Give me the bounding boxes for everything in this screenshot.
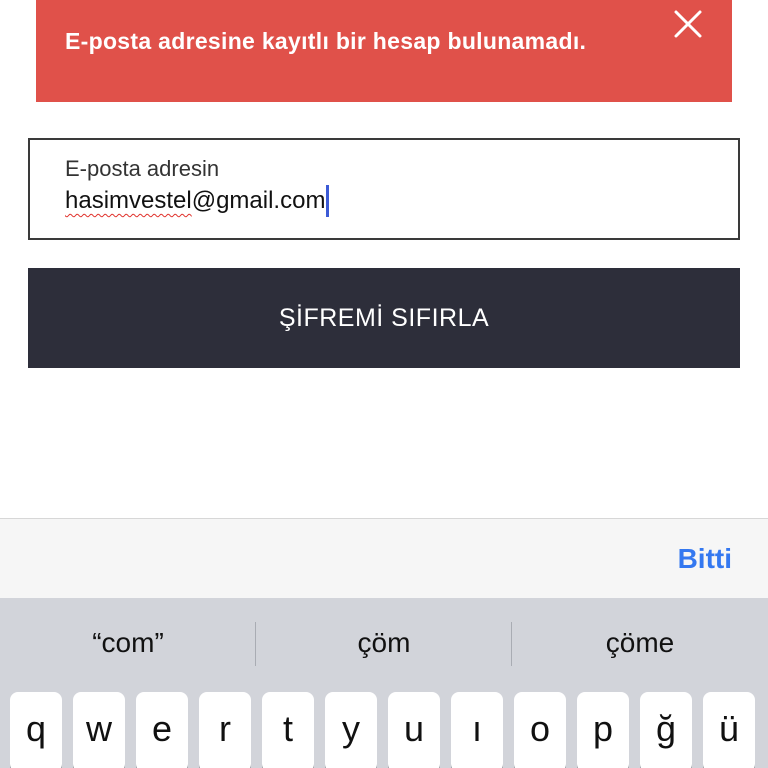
done-button[interactable]: Bitti <box>678 543 732 575</box>
error-message: E-posta adresine kayıtlı bir hesap bulun… <box>65 28 587 54</box>
keyboard-row-top: q w e r t y u ı o p ğ ü <box>0 692 768 768</box>
suggestion-item[interactable]: çöm <box>256 598 512 688</box>
key-dotless-i[interactable]: ı <box>451 692 503 768</box>
email-field-label: E-posta adresin <box>65 156 220 181</box>
close-banner-button[interactable] <box>668 4 708 44</box>
email-field[interactable]: E-posta adresin hasimvestel @gmail.com <box>28 138 740 240</box>
key-u-umlaut[interactable]: ü <box>703 692 755 768</box>
reset-password-button[interactable]: ŞİFREMİ SIFIRLA <box>28 268 740 368</box>
suggestion-item[interactable]: çöme <box>512 598 768 688</box>
key-r[interactable]: r <box>199 692 251 768</box>
key-w[interactable]: w <box>73 692 125 768</box>
error-banner: E-posta adresine kayıtlı bir hesap bulun… <box>36 0 732 102</box>
key-q[interactable]: q <box>10 692 62 768</box>
email-value-domain: @gmail.com <box>191 187 326 214</box>
suggestion-item[interactable]: “com” <box>0 598 256 688</box>
password-reset-screen: E-posta adresine kayıtlı bir hesap bulun… <box>0 0 768 768</box>
key-e[interactable]: e <box>136 692 188 768</box>
email-value-misspelled: hasimvestel <box>65 187 192 214</box>
key-g-breve[interactable]: ğ <box>640 692 692 768</box>
on-screen-keyboard: “com” çöm çöme q w e r t y u ı o p ğ ü <box>0 598 768 768</box>
key-p[interactable]: p <box>577 692 629 768</box>
key-t[interactable]: t <box>262 692 314 768</box>
key-o[interactable]: o <box>514 692 566 768</box>
key-u[interactable]: u <box>388 692 440 768</box>
close-icon <box>674 10 702 38</box>
keyboard-accessory-bar: Bitti <box>0 518 768 598</box>
email-input[interactable]: hasimvestel @gmail.com <box>65 184 330 218</box>
key-y[interactable]: y <box>325 692 377 768</box>
suggestion-bar: “com” çöm çöme <box>0 598 768 688</box>
text-caret <box>326 185 330 217</box>
